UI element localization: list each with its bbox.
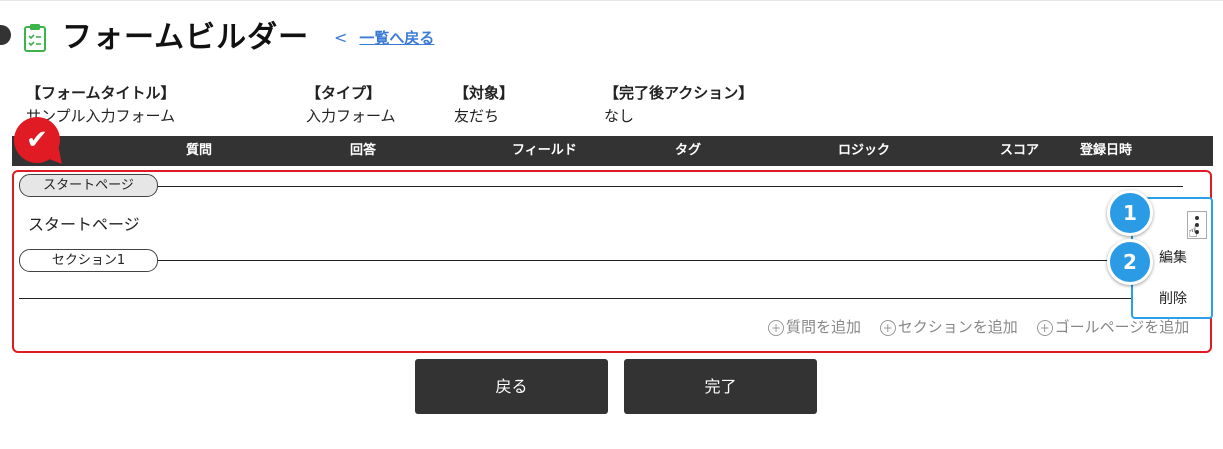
meta-form-title-label: 【フォームタイトル】 — [26, 84, 176, 102]
column-header-answer: 回答 — [350, 143, 377, 158]
chevron-left-icon: < — [334, 28, 348, 47]
meta-target-label: 【対象】 — [454, 84, 515, 102]
column-header-question: 質問 — [186, 143, 213, 158]
start-page-item[interactable]: スタートページ — [28, 211, 140, 235]
plus-circle-icon: + — [1036, 319, 1053, 336]
add-buttons: + 質問を追加 + セクションを追加 + ゴールページを追加 — [768, 316, 1189, 337]
plus-circle-icon: + — [879, 319, 896, 336]
menu-item-delete[interactable]: 削除 — [1159, 288, 1187, 308]
done-button[interactable]: 完了 — [624, 359, 817, 414]
column-header-score: スコア — [1000, 143, 1040, 158]
meta-action-value: なし — [604, 107, 635, 125]
back-button[interactable]: 戻る — [415, 359, 608, 414]
column-header-logic: ロジック — [838, 143, 891, 158]
meta-type: 【タイプ】 入力フォーム — [306, 82, 396, 128]
hand-pointer-icon: ☝ — [1188, 222, 1198, 241]
step-2-badge: 2 — [1107, 239, 1153, 285]
top-divider — [0, 0, 1223, 1]
meta-action-label: 【完了後アクション】 — [604, 84, 754, 102]
clipboard-icon — [24, 24, 46, 52]
meta-target-value: 友だち — [454, 107, 500, 125]
back-to-list-link[interactable]: < 一覧へ戻る — [334, 27, 434, 49]
menu-item-edit[interactable]: 編集 — [1159, 247, 1187, 267]
plus-circle-icon: + — [768, 319, 784, 336]
step-1-badge: 1 — [1107, 190, 1153, 236]
back-link-label[interactable]: 一覧へ戻る — [359, 29, 434, 47]
meta-target: 【対象】 友だち — [454, 82, 514, 128]
column-header-tag: タグ — [675, 143, 702, 158]
help-icon[interactable] — [0, 25, 11, 45]
column-header-field: フィールド — [512, 143, 577, 158]
meta-type-label: 【タイプ】 — [306, 84, 382, 102]
add-section-button[interactable]: + セクションを追加 — [879, 318, 1018, 336]
meta-action: 【完了後アクション】 なし — [604, 82, 753, 128]
add-goal-page-button[interactable]: + ゴールページを追加 — [1036, 318, 1189, 336]
section-end-divider — [19, 298, 1132, 299]
start-page-pill[interactable]: スタートページ — [19, 174, 158, 197]
start-page-divider — [156, 186, 1183, 187]
page-title: フォームビルダー — [62, 20, 310, 55]
section-pill[interactable]: セクション1 — [19, 249, 158, 272]
table-header: 質問 回答 フィールド タグ ロジック スコア 登録日時 — [12, 136, 1213, 166]
column-header-registered-at: 登録日時 — [1080, 143, 1133, 158]
add-question-button[interactable]: + 質問を追加 — [768, 318, 861, 336]
check-badge: ✔ — [14, 117, 60, 163]
meta-type-value: 入力フォーム — [306, 107, 396, 125]
section-divider — [156, 260, 1132, 261]
